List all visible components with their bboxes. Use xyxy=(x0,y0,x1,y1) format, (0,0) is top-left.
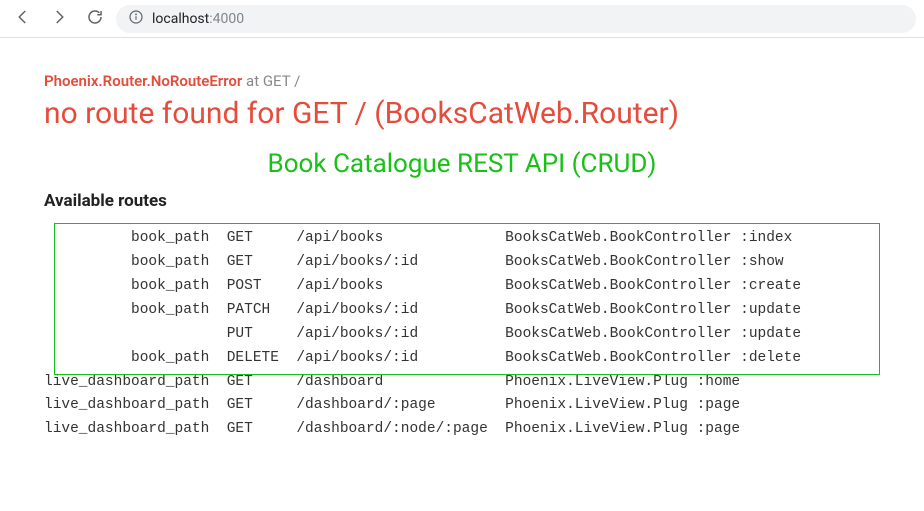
url-text: localhost:4000 xyxy=(152,11,244,27)
url-bar[interactable]: localhost:4000 xyxy=(116,5,916,33)
reload-icon[interactable] xyxy=(86,8,104,30)
route-row: live_dashboard_path GET /dashboard/:node… xyxy=(44,418,880,442)
routes-heading: Available routes xyxy=(44,191,880,211)
url-port: :4000 xyxy=(209,11,244,27)
forward-icon[interactable] xyxy=(50,8,68,30)
highlight-box xyxy=(54,223,880,375)
page-content: Phoenix.Router.NoRouteError at GET / no … xyxy=(0,38,924,476)
back-icon[interactable] xyxy=(14,8,32,30)
browser-toolbar: localhost:4000 xyxy=(0,0,924,38)
route-row: live_dashboard_path GET /dashboard/:page… xyxy=(44,394,880,418)
info-icon[interactable] xyxy=(128,9,144,29)
exception-name: Phoenix.Router.NoRouteError xyxy=(44,72,242,90)
at-word: at xyxy=(246,72,259,90)
routes-table: book_path GET /api/books BooksCatWeb.Boo… xyxy=(44,221,880,442)
nav-icons xyxy=(8,8,104,30)
url-host: localhost xyxy=(152,11,209,27)
request-verb-path: GET / xyxy=(263,72,300,90)
error-meta: Phoenix.Router.NoRouteError at GET / xyxy=(44,72,880,90)
api-title: Book Catalogue REST API (CRUD) xyxy=(44,149,880,179)
error-headline: no route found for GET / (BooksCatWeb.Ro… xyxy=(44,96,880,131)
